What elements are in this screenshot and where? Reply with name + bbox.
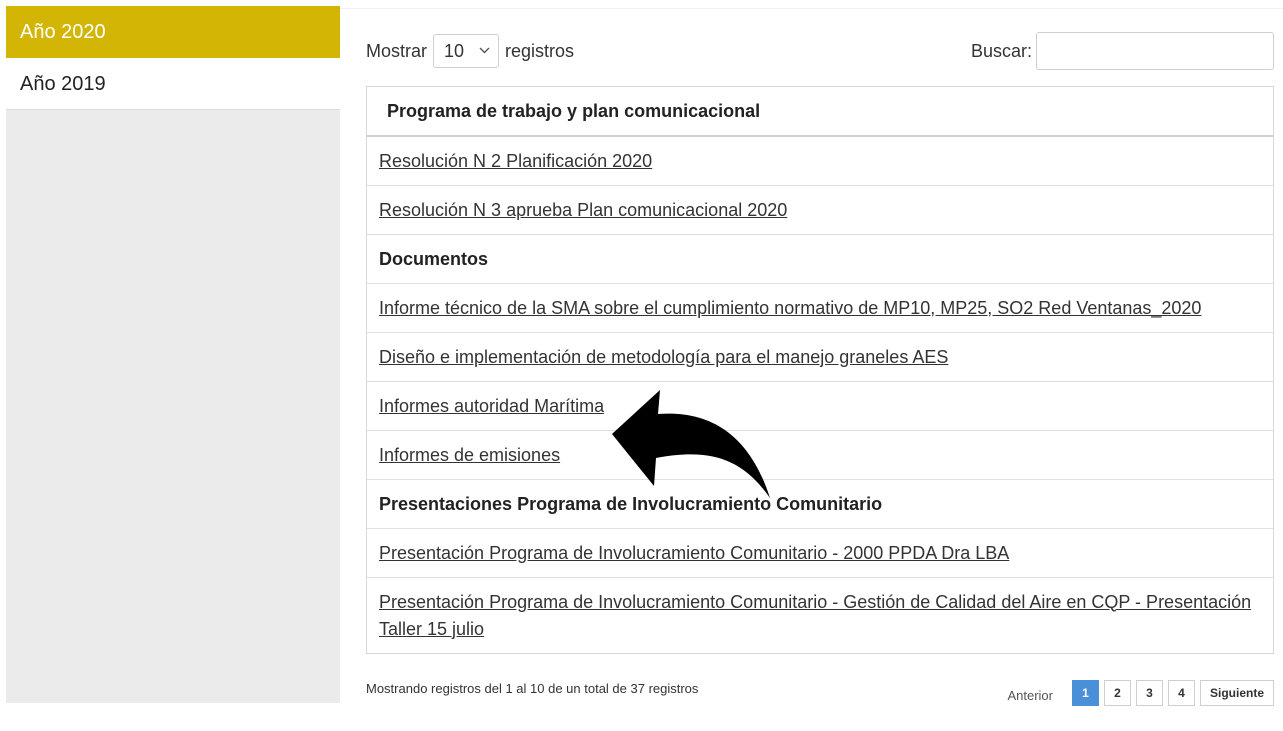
table-header: Programa de trabajo y plan comunicaciona… (367, 87, 1273, 137)
previous-button[interactable]: Anterior (1007, 688, 1053, 703)
page-button-1[interactable]: 1 (1071, 680, 1099, 706)
length-select[interactable]: 10 (433, 34, 500, 68)
table-row: Informe técnico de la SMA sobre el cumpl… (367, 284, 1273, 333)
document-link[interactable]: Resolución N 2 Planificación 2020 (379, 151, 652, 172)
table-row: Presentación Programa de Involucramiento… (367, 578, 1273, 653)
next-button[interactable]: Siguiente (1199, 680, 1274, 706)
section-row: Presentaciones Programa de Involucramien… (367, 480, 1273, 529)
document-link[interactable]: Informes de emisiones (379, 445, 560, 466)
sidebar-item-ano-2019[interactable]: Año 2019 (6, 58, 340, 110)
records-label: registros (505, 40, 575, 61)
table-header-label: Programa de trabajo y plan comunicaciona… (387, 100, 761, 121)
table-row: Resolución N 2 Planificación 2020 (367, 137, 1273, 186)
page-button-4[interactable]: 4 (1167, 680, 1195, 706)
sidebar: Año 2020 Año 2019 (6, 6, 340, 703)
table-row: Informes de emisiones (367, 431, 1273, 480)
document-link[interactable]: Resolución N 3 aprueba Plan comunicacion… (379, 200, 787, 221)
sidebar-item-ano-2020[interactable]: Año 2020 (6, 6, 340, 58)
table-row: Informes autoridad Marítima (367, 382, 1273, 431)
show-label: Mostrar (366, 40, 428, 61)
table-info: Mostrando registros del 1 al 10 de un to… (366, 681, 699, 696)
length-control: Mostrar 10 registros (366, 31, 574, 71)
document-link[interactable]: Informes autoridad Marítima (379, 396, 604, 417)
section-title: Documentos (379, 248, 489, 269)
search-control: Buscar: (971, 31, 1274, 71)
table-row: Presentación Programa de Involucramiento… (367, 529, 1273, 578)
table-controls: Mostrar 10 registros Buscar: (366, 31, 1274, 71)
table-row: Diseño e implementación de metodología p… (367, 333, 1273, 382)
document-link[interactable]: Presentación Programa de Involucramiento… (379, 543, 1009, 564)
search-input[interactable] (1036, 32, 1274, 70)
pagination: Anterior 1 2 3 4 Siguiente (1007, 680, 1274, 706)
document-link[interactable]: Presentación Programa de Involucramiento… (379, 589, 1261, 643)
documents-table: Programa de trabajo y plan comunicaciona… (366, 86, 1274, 654)
divider (340, 8, 1283, 9)
chevron-down-icon (479, 45, 490, 57)
table-row: Resolución N 3 aprueba Plan comunicacion… (367, 186, 1273, 235)
page-button-2[interactable]: 2 (1103, 680, 1131, 706)
section-row: Documentos (367, 235, 1273, 284)
document-link[interactable]: Informe técnico de la SMA sobre el cumpl… (379, 298, 1201, 319)
document-link[interactable]: Diseño e implementación de metodología p… (379, 347, 948, 368)
search-label: Buscar: (970, 40, 1032, 61)
page-button-3[interactable]: 3 (1135, 680, 1163, 706)
length-value: 10 (444, 40, 465, 61)
section-title: Presentaciones Programa de Involucramien… (379, 493, 883, 514)
